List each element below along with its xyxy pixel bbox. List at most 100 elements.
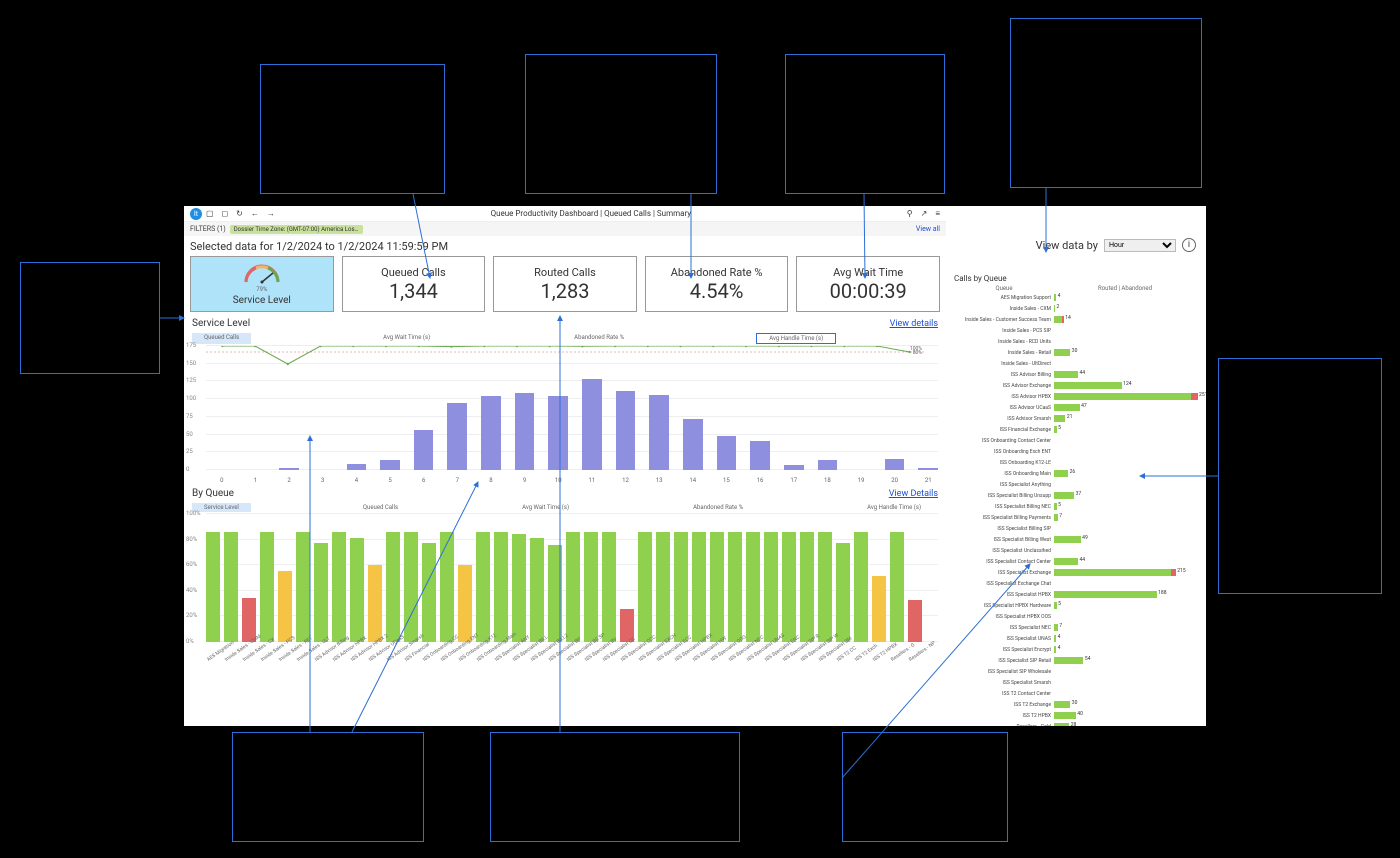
sl-legend-aband[interactable]: Abandoned Rate % — [562, 333, 636, 344]
cbq-row[interactable]: Inside Sales - CXM2 — [950, 303, 1200, 314]
sl-bar[interactable] — [616, 391, 636, 470]
cbq-row[interactable]: Resellers - Gold28 — [950, 721, 1200, 726]
kpi-queued-calls[interactable]: Queued Calls 1,344 — [342, 256, 486, 312]
sl-bar[interactable] — [818, 460, 838, 470]
cbq-row[interactable]: ISS Onboarding Contact Center — [950, 435, 1200, 446]
cbq-row[interactable]: ISS Specialist Unclassified — [950, 545, 1200, 556]
bookmark-icon[interactable]: ◻ — [222, 209, 229, 218]
bq-bar[interactable] — [458, 565, 472, 642]
sl-bar[interactable] — [784, 465, 804, 470]
cbq-row[interactable]: ISS Specialist Anything — [950, 479, 1200, 490]
bq-bar[interactable] — [764, 532, 778, 642]
refresh-icon[interactable]: ↻ — [236, 209, 243, 218]
bq-bar[interactable] — [278, 571, 292, 643]
bq-bar[interactable] — [296, 532, 310, 642]
bq-bar[interactable] — [368, 565, 382, 642]
bq-bar[interactable] — [800, 532, 814, 642]
sl-bar[interactable] — [918, 468, 938, 470]
cbq-row[interactable]: ISS T2 Contact Center — [950, 688, 1200, 699]
sl-bar[interactable] — [279, 468, 299, 470]
bq-legend-wait[interactable]: Avg Wait Time (s) — [510, 503, 581, 512]
sl-bar[interactable] — [750, 441, 770, 470]
cbq-row[interactable]: ISS Specialist NEC7 — [950, 622, 1200, 633]
bq-bar[interactable] — [890, 532, 904, 642]
view-all-link[interactable]: View all — [916, 225, 940, 233]
cbq-row[interactable]: ISS T2 Exchange30 — [950, 699, 1200, 710]
cbq-row[interactable]: ISS Specialist HPBX Hardware5 — [950, 600, 1200, 611]
bq-bar[interactable] — [422, 543, 436, 642]
cbq-row[interactable]: ISS Advisor Exchange124 — [950, 380, 1200, 391]
cbq-row[interactable]: ISS Specialist Billing SIP — [950, 523, 1200, 534]
bq-bar[interactable] — [512, 534, 526, 642]
sl-bar[interactable] — [481, 396, 501, 470]
cbq-row[interactable]: ISS Advisor UCaaS47 — [950, 402, 1200, 413]
view-by-select[interactable]: Hour — [1104, 239, 1176, 252]
cbq-row[interactable]: ISS Onboarding Exch ENT — [950, 446, 1200, 457]
bq-bar[interactable] — [314, 543, 328, 642]
bq-bar[interactable] — [530, 538, 544, 643]
sl-legend-wait[interactable]: Avg Wait Time (s) — [371, 333, 442, 344]
sl-bar[interactable] — [447, 403, 467, 470]
cbq-row[interactable]: ISS Onboarding Main26 — [950, 468, 1200, 479]
bq-bar[interactable] — [728, 532, 742, 642]
bq-bar[interactable] — [386, 532, 400, 642]
kpi-avg-wait[interactable]: Avg Wait Time 00:00:39 — [796, 256, 940, 312]
sl-bar[interactable] — [414, 430, 434, 470]
bq-bar[interactable] — [872, 576, 886, 642]
cbq-row[interactable]: Inside Sales - PCS SIP — [950, 325, 1200, 336]
info-icon[interactable]: i — [1182, 238, 1196, 252]
forward-icon[interactable]: → — [267, 209, 275, 218]
cbq-row[interactable]: Inside Sales - RCD Units — [950, 336, 1200, 347]
cbq-row[interactable]: ISS Onboarding K12-LE — [950, 457, 1200, 468]
cbq-row[interactable]: ISS Specialist Billing NEC5 — [950, 501, 1200, 512]
bq-bar[interactable] — [836, 543, 850, 642]
sl-bar[interactable] — [380, 460, 400, 470]
cbq-row[interactable]: ISS Advisor HPBX251 — [950, 391, 1200, 402]
bq-bar[interactable] — [350, 538, 364, 643]
filter-icon[interactable]: ⚲ — [907, 209, 913, 218]
cbq-row[interactable]: ISS Specialist HPBX OOS — [950, 611, 1200, 622]
bq-bar[interactable] — [206, 532, 220, 642]
bq-bar[interactable] — [638, 532, 652, 642]
sl-bar[interactable] — [515, 393, 535, 470]
cbq-row[interactable]: ISS Specialist SIP Wholesale — [950, 666, 1200, 677]
bq-bar[interactable] — [746, 532, 760, 642]
bq-bar[interactable] — [260, 532, 274, 642]
bq-bar[interactable] — [476, 532, 490, 642]
bq-bar[interactable] — [908, 600, 922, 642]
bq-bar[interactable] — [656, 532, 670, 642]
bq-legend-handle[interactable]: Avg Handle Time (s) — [855, 503, 933, 512]
cbq-row[interactable]: ISS Specialist Exchange Chat — [950, 578, 1200, 589]
bq-legend-queued[interactable]: Queued Calls — [351, 503, 410, 512]
sl-legend-queued[interactable]: Queued Calls — [192, 333, 251, 344]
cbq-row[interactable]: ISS T2 HPBX40 — [950, 710, 1200, 721]
cbq-row[interactable]: ISS Specialist HPBX188 — [950, 589, 1200, 600]
cbq-row[interactable]: ISS Specialist Contact Center44 — [950, 556, 1200, 567]
cbq-row[interactable]: ISS Specialist Billing Unsupp37 — [950, 490, 1200, 501]
cbq-row[interactable]: ISS Specialist UNAS4 — [950, 633, 1200, 644]
sl-bar[interactable] — [582, 379, 602, 470]
bq-bar[interactable] — [440, 532, 454, 642]
cbq-row[interactable]: ISS Specialist Smarsh — [950, 677, 1200, 688]
bq-bar[interactable] — [692, 532, 706, 642]
cbq-row[interactable]: ISS Advisor Billing44 — [950, 369, 1200, 380]
kpi-abandoned-rate[interactable]: Abandoned Rate % 4.54% — [645, 256, 789, 312]
bq-bar[interactable] — [332, 532, 346, 642]
bq-view-details[interactable]: View Details — [889, 489, 938, 499]
cbq-row[interactable]: ISS Specialist Exchange215 — [950, 567, 1200, 578]
cbq-row[interactable]: Inside Sales - Retail30 — [950, 347, 1200, 358]
cbq-row[interactable]: Inside Sales - Customer Success Team14 — [950, 314, 1200, 325]
share-icon[interactable]: ↗ — [921, 209, 928, 218]
cbq-row[interactable]: ISS Specialist Encrypt4 — [950, 644, 1200, 655]
sl-view-details[interactable]: View details — [890, 319, 938, 329]
bq-bar[interactable] — [494, 532, 508, 642]
kpi-routed-calls[interactable]: Routed Calls 1,283 — [493, 256, 637, 312]
display-icon[interactable]: ▢ — [206, 209, 214, 218]
bq-bar[interactable] — [602, 532, 616, 642]
cbq-row[interactable]: ISS Advisor Smarsh21 — [950, 413, 1200, 424]
cbq-row[interactable]: ISS Specialist Billing West49 — [950, 534, 1200, 545]
bq-bar[interactable] — [818, 532, 832, 642]
sl-bar[interactable] — [347, 464, 367, 470]
more-icon[interactable]: ≡ — [935, 209, 940, 218]
sl-bar[interactable] — [885, 459, 905, 470]
